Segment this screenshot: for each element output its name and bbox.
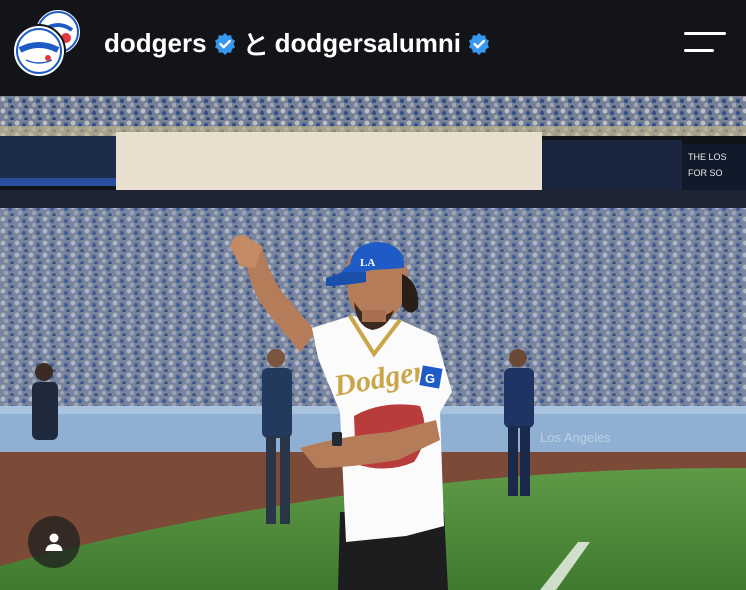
collab-avatars[interactable] — [12, 8, 82, 78]
verified-badge-icon — [468, 32, 489, 55]
menu-icon[interactable] — [684, 30, 726, 54]
account-name-dodgersalumni[interactable]: dodgersalumni — [275, 28, 461, 59]
account-name-dodgers[interactable]: dodgers — [104, 28, 207, 59]
tagged-people-button[interactable] — [28, 516, 80, 568]
svg-text:FOR SO: FOR SO — [688, 168, 723, 178]
stadium-photo: THE LOS FOR SO ozens California Los Ange… — [0, 96, 746, 590]
cap-logo: LA — [360, 257, 375, 269]
facade-banner — [116, 132, 542, 190]
svg-text:THE LOS: THE LOS — [688, 152, 727, 162]
person-icon — [45, 533, 63, 551]
svg-text:Los Angeles: Los Angeles — [540, 430, 611, 445]
dodgers-logo-icon — [16, 28, 62, 74]
collab-connector: と — [242, 30, 269, 60]
post-header: dodgers と dodgersalumni — [0, 0, 746, 96]
verified-badge-icon — [214, 32, 235, 55]
post-photo[interactable]: THE LOS FOR SO ozens California Los Ange… — [0, 96, 746, 590]
svg-text:G: G — [425, 371, 435, 386]
dodgers-avatar[interactable] — [12, 24, 66, 78]
collab-title: dodgers と dodgersalumni — [104, 25, 491, 62]
